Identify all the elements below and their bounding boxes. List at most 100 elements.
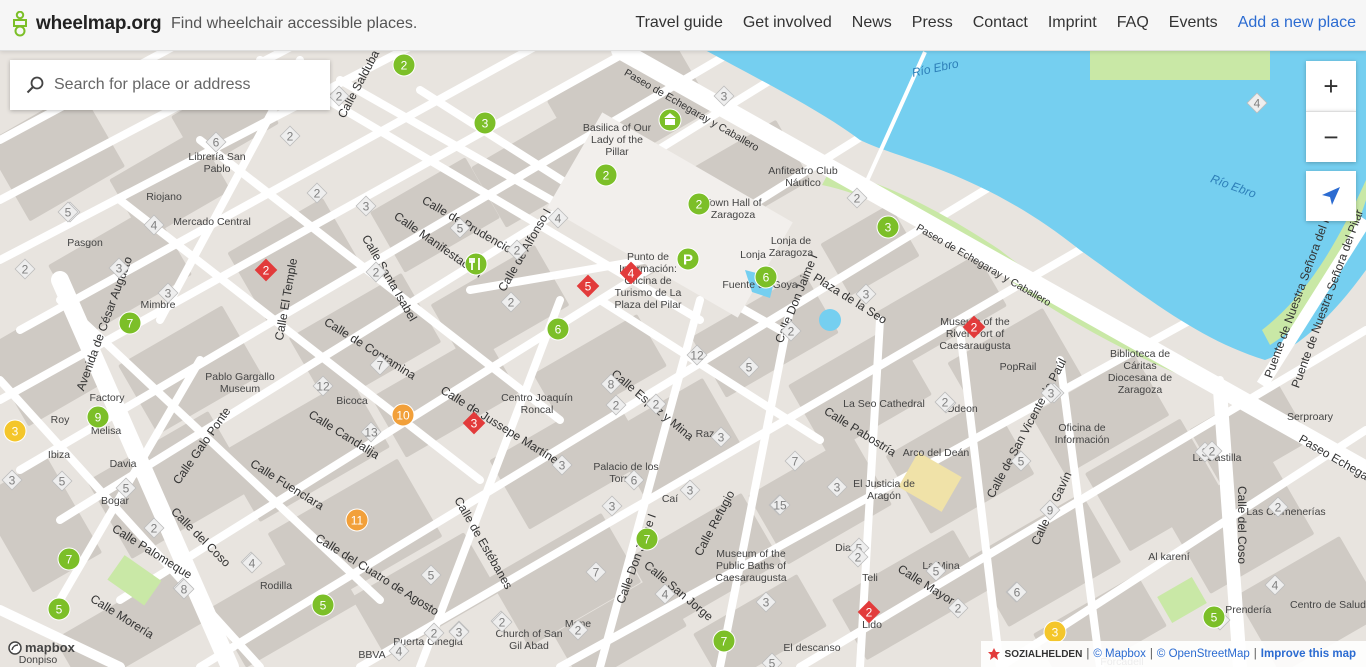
nav-contact[interactable]: Contact	[973, 14, 1028, 32]
green-cluster-marker[interactable]: 3	[473, 111, 497, 135]
svg-text:11: 11	[351, 514, 364, 528]
svg-text:4: 4	[249, 557, 256, 571]
svg-text:12: 12	[316, 380, 330, 394]
svg-text:2: 2	[866, 606, 873, 620]
nav-press[interactable]: Press	[912, 14, 953, 32]
nav-events[interactable]: Events	[1169, 14, 1218, 32]
green-cluster-marker[interactable]: 5	[311, 593, 335, 617]
mapbox-logo-text: mapbox	[25, 640, 75, 655]
improve-map-link[interactable]: Improve this map	[1261, 648, 1356, 660]
osm-attribution-link[interactable]: © OpenStreetMap	[1157, 648, 1250, 660]
green-cluster-marker[interactable]: 6	[546, 317, 570, 341]
svg-text:5: 5	[428, 569, 435, 583]
svg-text:2: 2	[499, 616, 506, 630]
top-bar: wheelmap.org Find wheelchair accessible …	[0, 0, 1366, 51]
nav-faq[interactable]: FAQ	[1117, 14, 1149, 32]
main-nav: Travel guide Get involved News Press Con…	[635, 14, 1356, 32]
svg-text:4: 4	[151, 219, 158, 233]
mapbox-logo[interactable]: mapbox	[8, 640, 75, 655]
svg-text:2: 2	[855, 551, 862, 565]
green-cluster-marker[interactable]: 2	[687, 192, 711, 216]
sozialhelden-icon	[987, 648, 1000, 660]
poi-label: Oficina de Información	[1055, 422, 1110, 446]
green-cluster-marker[interactable]: 6	[754, 265, 778, 289]
svg-text:7: 7	[593, 566, 600, 580]
attribution-separator: |	[1149, 648, 1153, 660]
mapbox-attribution-link[interactable]: © Mapbox	[1093, 648, 1146, 660]
green-cluster-marker[interactable]: 7	[635, 527, 659, 551]
svg-text:7: 7	[377, 359, 384, 373]
svg-text:3: 3	[116, 262, 123, 276]
orange-cluster-marker[interactable]: 10	[391, 403, 415, 427]
svg-text:3: 3	[885, 221, 892, 235]
svg-text:3: 3	[609, 500, 616, 514]
svg-text:2: 2	[942, 396, 949, 410]
nav-news[interactable]: News	[852, 14, 892, 32]
svg-text:5: 5	[59, 475, 66, 489]
svg-text:10: 10	[396, 409, 410, 423]
svg-text:5: 5	[457, 222, 464, 236]
svg-text:2: 2	[575, 624, 582, 638]
svg-text:2: 2	[508, 296, 515, 310]
poi-label: La Seo Cathedral	[843, 398, 925, 410]
poi-label: Caí	[662, 493, 678, 505]
green-cluster-marker[interactable]: 7	[712, 629, 736, 653]
svg-text:5: 5	[65, 206, 72, 220]
museum-icon[interactable]	[658, 108, 682, 132]
locate-me-button[interactable]	[1306, 171, 1356, 221]
svg-text:5: 5	[769, 657, 776, 667]
orange-cluster-marker[interactable]: 11	[345, 508, 369, 532]
svg-text:3: 3	[863, 288, 870, 302]
green-cluster-marker[interactable]: 7	[57, 547, 81, 571]
yellow-cluster-marker[interactable]: 3	[3, 419, 27, 443]
poi-label: Davia	[110, 458, 137, 470]
restaurant-icon[interactable]	[464, 252, 488, 276]
search-box	[10, 60, 330, 110]
svg-text:5: 5	[320, 599, 327, 613]
svg-text:3: 3	[12, 425, 19, 439]
poi-label: BBVA	[358, 649, 385, 661]
poi-label: Rodilla	[260, 580, 292, 592]
green-cluster-marker[interactable]: 3	[876, 215, 900, 239]
poi-label: Raz	[696, 428, 715, 440]
svg-text:2: 2	[955, 602, 962, 616]
parking-icon[interactable]: P	[676, 247, 700, 271]
svg-text:2: 2	[431, 627, 438, 641]
yellow-cluster-marker[interactable]: 3	[1043, 620, 1067, 644]
nav-add-new-place[interactable]: Add a new place	[1238, 14, 1356, 32]
svg-text:2: 2	[971, 321, 978, 335]
svg-text:5: 5	[933, 565, 940, 579]
sozialhelden-brand[interactable]: SOZIALHELDEN	[1005, 649, 1083, 660]
svg-text:4: 4	[1254, 97, 1261, 111]
search-input[interactable]	[52, 75, 316, 95]
poi-label: Teli	[862, 572, 878, 584]
svg-text:15: 15	[773, 499, 787, 513]
nav-travel-guide[interactable]: Travel guide	[635, 14, 722, 32]
green-cluster-marker[interactable]: 7	[118, 311, 142, 335]
green-cluster-marker[interactable]: 5	[47, 597, 71, 621]
svg-text:3: 3	[165, 287, 172, 301]
svg-text:13: 13	[364, 426, 378, 440]
nav-get-involved[interactable]: Get involved	[743, 14, 832, 32]
svg-text:4: 4	[555, 212, 562, 226]
search-icon	[26, 76, 44, 94]
svg-text:7: 7	[127, 317, 134, 331]
green-cluster-marker[interactable]: 5	[1202, 605, 1226, 629]
svg-text:5: 5	[1018, 455, 1025, 469]
svg-text:8: 8	[608, 378, 615, 392]
green-cluster-marker[interactable]: 2	[392, 53, 416, 77]
svg-text:8: 8	[181, 583, 188, 597]
svg-text:5: 5	[56, 603, 63, 617]
svg-text:2: 2	[603, 169, 610, 183]
svg-text:3: 3	[456, 626, 463, 640]
svg-text:2: 2	[514, 244, 521, 258]
nav-imprint[interactable]: Imprint	[1048, 14, 1097, 32]
zoom-in-button[interactable]: +	[1306, 61, 1356, 111]
svg-text:2: 2	[854, 192, 861, 206]
wheelmap-logo[interactable]: wheelmap.org	[10, 11, 162, 37]
svg-text:6: 6	[763, 271, 770, 285]
zoom-out-button[interactable]: −	[1306, 111, 1356, 162]
svg-text:3: 3	[1048, 387, 1055, 401]
green-cluster-marker[interactable]: 2	[594, 163, 618, 187]
green-cluster-marker[interactable]: 9	[86, 405, 110, 429]
